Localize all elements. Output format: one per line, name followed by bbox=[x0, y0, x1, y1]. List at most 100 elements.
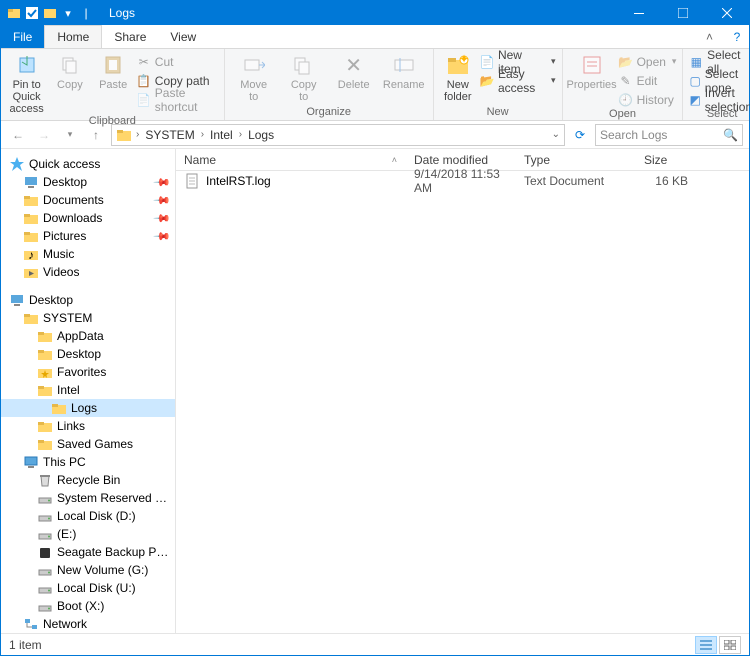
help-button[interactable]: ? bbox=[725, 25, 749, 48]
delete-button[interactable]: ✕Delete bbox=[331, 51, 377, 103]
tree-node[interactable]: Desktop bbox=[1, 291, 175, 309]
history-button[interactable]: 🕘History bbox=[619, 91, 677, 108]
breadcrumb-segment[interactable]: Intel bbox=[208, 128, 235, 142]
tree-node[interactable]: Seagate Backup Plus Drive (F:) bbox=[1, 543, 175, 561]
paste-button[interactable]: Paste bbox=[94, 51, 133, 115]
tree-node[interactable]: This PC bbox=[1, 453, 175, 471]
group-new: ✦New folder 📄New item▾ 📂Easy access▾ New bbox=[434, 49, 563, 120]
tree-node[interactable]: Desktop bbox=[1, 345, 175, 363]
tree-label: Links bbox=[57, 419, 85, 433]
open-button[interactable]: 📂Open▾ bbox=[619, 53, 677, 70]
folder-icon bbox=[23, 228, 39, 244]
tree-node[interactable]: Favorites bbox=[1, 363, 175, 381]
move-to-button[interactable]: Move to bbox=[231, 51, 277, 103]
edit-button[interactable]: ✎Edit bbox=[619, 72, 677, 89]
tree-node[interactable]: System Reserved (C:) bbox=[1, 489, 175, 507]
tree-node[interactable]: Documents📌 bbox=[1, 191, 175, 209]
ribbon-collapse-button[interactable]: ˄ bbox=[694, 25, 725, 48]
tree-node[interactable]: Local Disk (U:) bbox=[1, 579, 175, 597]
tree-label: Network bbox=[43, 617, 87, 631]
maximize-button[interactable] bbox=[661, 1, 705, 25]
folder-icon bbox=[23, 310, 39, 326]
up-button[interactable]: ↑ bbox=[85, 124, 107, 146]
search-icon: 🔍 bbox=[723, 128, 738, 142]
col-type[interactable]: Type bbox=[516, 149, 636, 170]
video-icon bbox=[23, 264, 39, 280]
tree-node[interactable]: (E:) bbox=[1, 525, 175, 543]
copy-button[interactable]: Copy bbox=[50, 51, 89, 115]
easy-access-button[interactable]: 📂Easy access▾ bbox=[480, 72, 556, 89]
titlebar: ▾ | Logs bbox=[1, 1, 749, 25]
tree-label: Documents bbox=[43, 193, 104, 207]
minimize-button[interactable] bbox=[617, 1, 661, 25]
tree-node[interactable]: Logs bbox=[1, 399, 175, 417]
tree-node[interactable]: Desktop📌 bbox=[1, 173, 175, 191]
tab-view[interactable]: View bbox=[158, 25, 208, 48]
chevron-down-icon[interactable]: ⌄ bbox=[552, 129, 560, 140]
breadcrumb-segment[interactable]: Logs bbox=[246, 128, 276, 142]
thumbnails-view-button[interactable] bbox=[719, 636, 741, 654]
tree-node[interactable]: SYSTEM bbox=[1, 309, 175, 327]
tree-node[interactable]: Videos bbox=[1, 263, 175, 281]
tree-label: Recycle Bin bbox=[57, 473, 120, 487]
tab-file[interactable]: File bbox=[1, 25, 44, 48]
qat-checkbox-icon[interactable] bbox=[25, 6, 39, 20]
file-row[interactable]: IntelRST.log 9/14/2018 11:53 AM Text Doc… bbox=[176, 171, 749, 191]
search-input[interactable]: Search Logs 🔍 bbox=[595, 124, 743, 146]
copy-to-button[interactable]: Copy to bbox=[281, 51, 327, 103]
folder-icon bbox=[116, 127, 132, 143]
refresh-button[interactable]: ⟳ bbox=[569, 124, 591, 146]
pin-quick-access-button[interactable]: Pin to Quick access bbox=[7, 51, 46, 115]
pin-icon: 📌 bbox=[153, 227, 172, 246]
close-button[interactable] bbox=[705, 1, 749, 25]
tree-node[interactable]: Recycle Bin bbox=[1, 471, 175, 489]
chevron-right-icon[interactable]: › bbox=[239, 129, 242, 140]
folder-icon bbox=[23, 192, 39, 208]
new-folder-button[interactable]: ✦New folder bbox=[440, 51, 476, 103]
tree-node[interactable]: Intel bbox=[1, 381, 175, 399]
group-open: Properties 📂Open▾ ✎Edit 🕘History Open bbox=[563, 49, 684, 120]
folder-icon bbox=[37, 328, 53, 344]
details-view-button[interactable] bbox=[695, 636, 717, 654]
nav-tree[interactable]: Quick accessDesktop📌Documents📌Downloads📌… bbox=[1, 149, 176, 633]
chevron-right-icon[interactable]: › bbox=[201, 129, 204, 140]
forward-button[interactable]: → bbox=[33, 124, 55, 146]
status-text: 1 item bbox=[9, 638, 42, 652]
tree-label: Logs bbox=[71, 401, 97, 415]
tree-label: Local Disk (U:) bbox=[57, 581, 136, 595]
tree-node[interactable]: New Volume (G:) bbox=[1, 561, 175, 579]
tree-node[interactable]: Quick access bbox=[1, 155, 175, 173]
recent-locations-button[interactable]: ▾ bbox=[59, 124, 81, 146]
tree-node[interactable]: Network bbox=[1, 615, 175, 633]
tree-node[interactable]: Local Disk (D:) bbox=[1, 507, 175, 525]
tree-label: Videos bbox=[43, 265, 79, 279]
tree-node[interactable]: Downloads📌 bbox=[1, 209, 175, 227]
drive-icon bbox=[37, 508, 53, 524]
tree-node[interactable]: AppData bbox=[1, 327, 175, 345]
quick-access-toolbar: ▾ | bbox=[1, 6, 99, 20]
tree-node[interactable]: Pictures📌 bbox=[1, 227, 175, 245]
cut-button[interactable]: ✂Cut bbox=[137, 53, 218, 70]
tab-share[interactable]: Share bbox=[102, 25, 158, 48]
folder-icon[interactable] bbox=[43, 6, 57, 20]
tree-node[interactable]: ♪Music bbox=[1, 245, 175, 263]
breadcrumb-segment[interactable]: SYSTEM bbox=[143, 128, 196, 142]
invert-selection-button[interactable]: ◩Invert selection bbox=[689, 91, 750, 108]
back-button[interactable]: ← bbox=[7, 124, 29, 146]
breadcrumb[interactable]: › SYSTEM › Intel › Logs ⌄ bbox=[111, 124, 565, 146]
tree-node[interactable]: Links bbox=[1, 417, 175, 435]
address-bar: ← → ▾ ↑ › SYSTEM › Intel › Logs ⌄ ⟳ Sear… bbox=[1, 121, 749, 149]
music-icon: ♪ bbox=[23, 246, 39, 262]
ribbon: Pin to Quick access Copy Paste ✂Cut 📋Cop… bbox=[1, 49, 749, 121]
tab-home[interactable]: Home bbox=[44, 25, 102, 48]
chevron-right-icon[interactable]: › bbox=[136, 129, 139, 140]
col-size[interactable]: Size bbox=[636, 149, 696, 170]
qat-dropdown-icon[interactable]: ▾ bbox=[61, 6, 75, 20]
rename-button[interactable]: Rename bbox=[381, 51, 427, 103]
tree-node[interactable]: Boot (X:) bbox=[1, 597, 175, 615]
col-name[interactable]: Name˄ bbox=[176, 149, 406, 170]
properties-button[interactable]: Properties bbox=[569, 51, 615, 108]
svg-text:✦: ✦ bbox=[459, 54, 469, 66]
tree-node[interactable]: Saved Games bbox=[1, 435, 175, 453]
paste-shortcut-button[interactable]: 📄Paste shortcut bbox=[137, 91, 218, 108]
